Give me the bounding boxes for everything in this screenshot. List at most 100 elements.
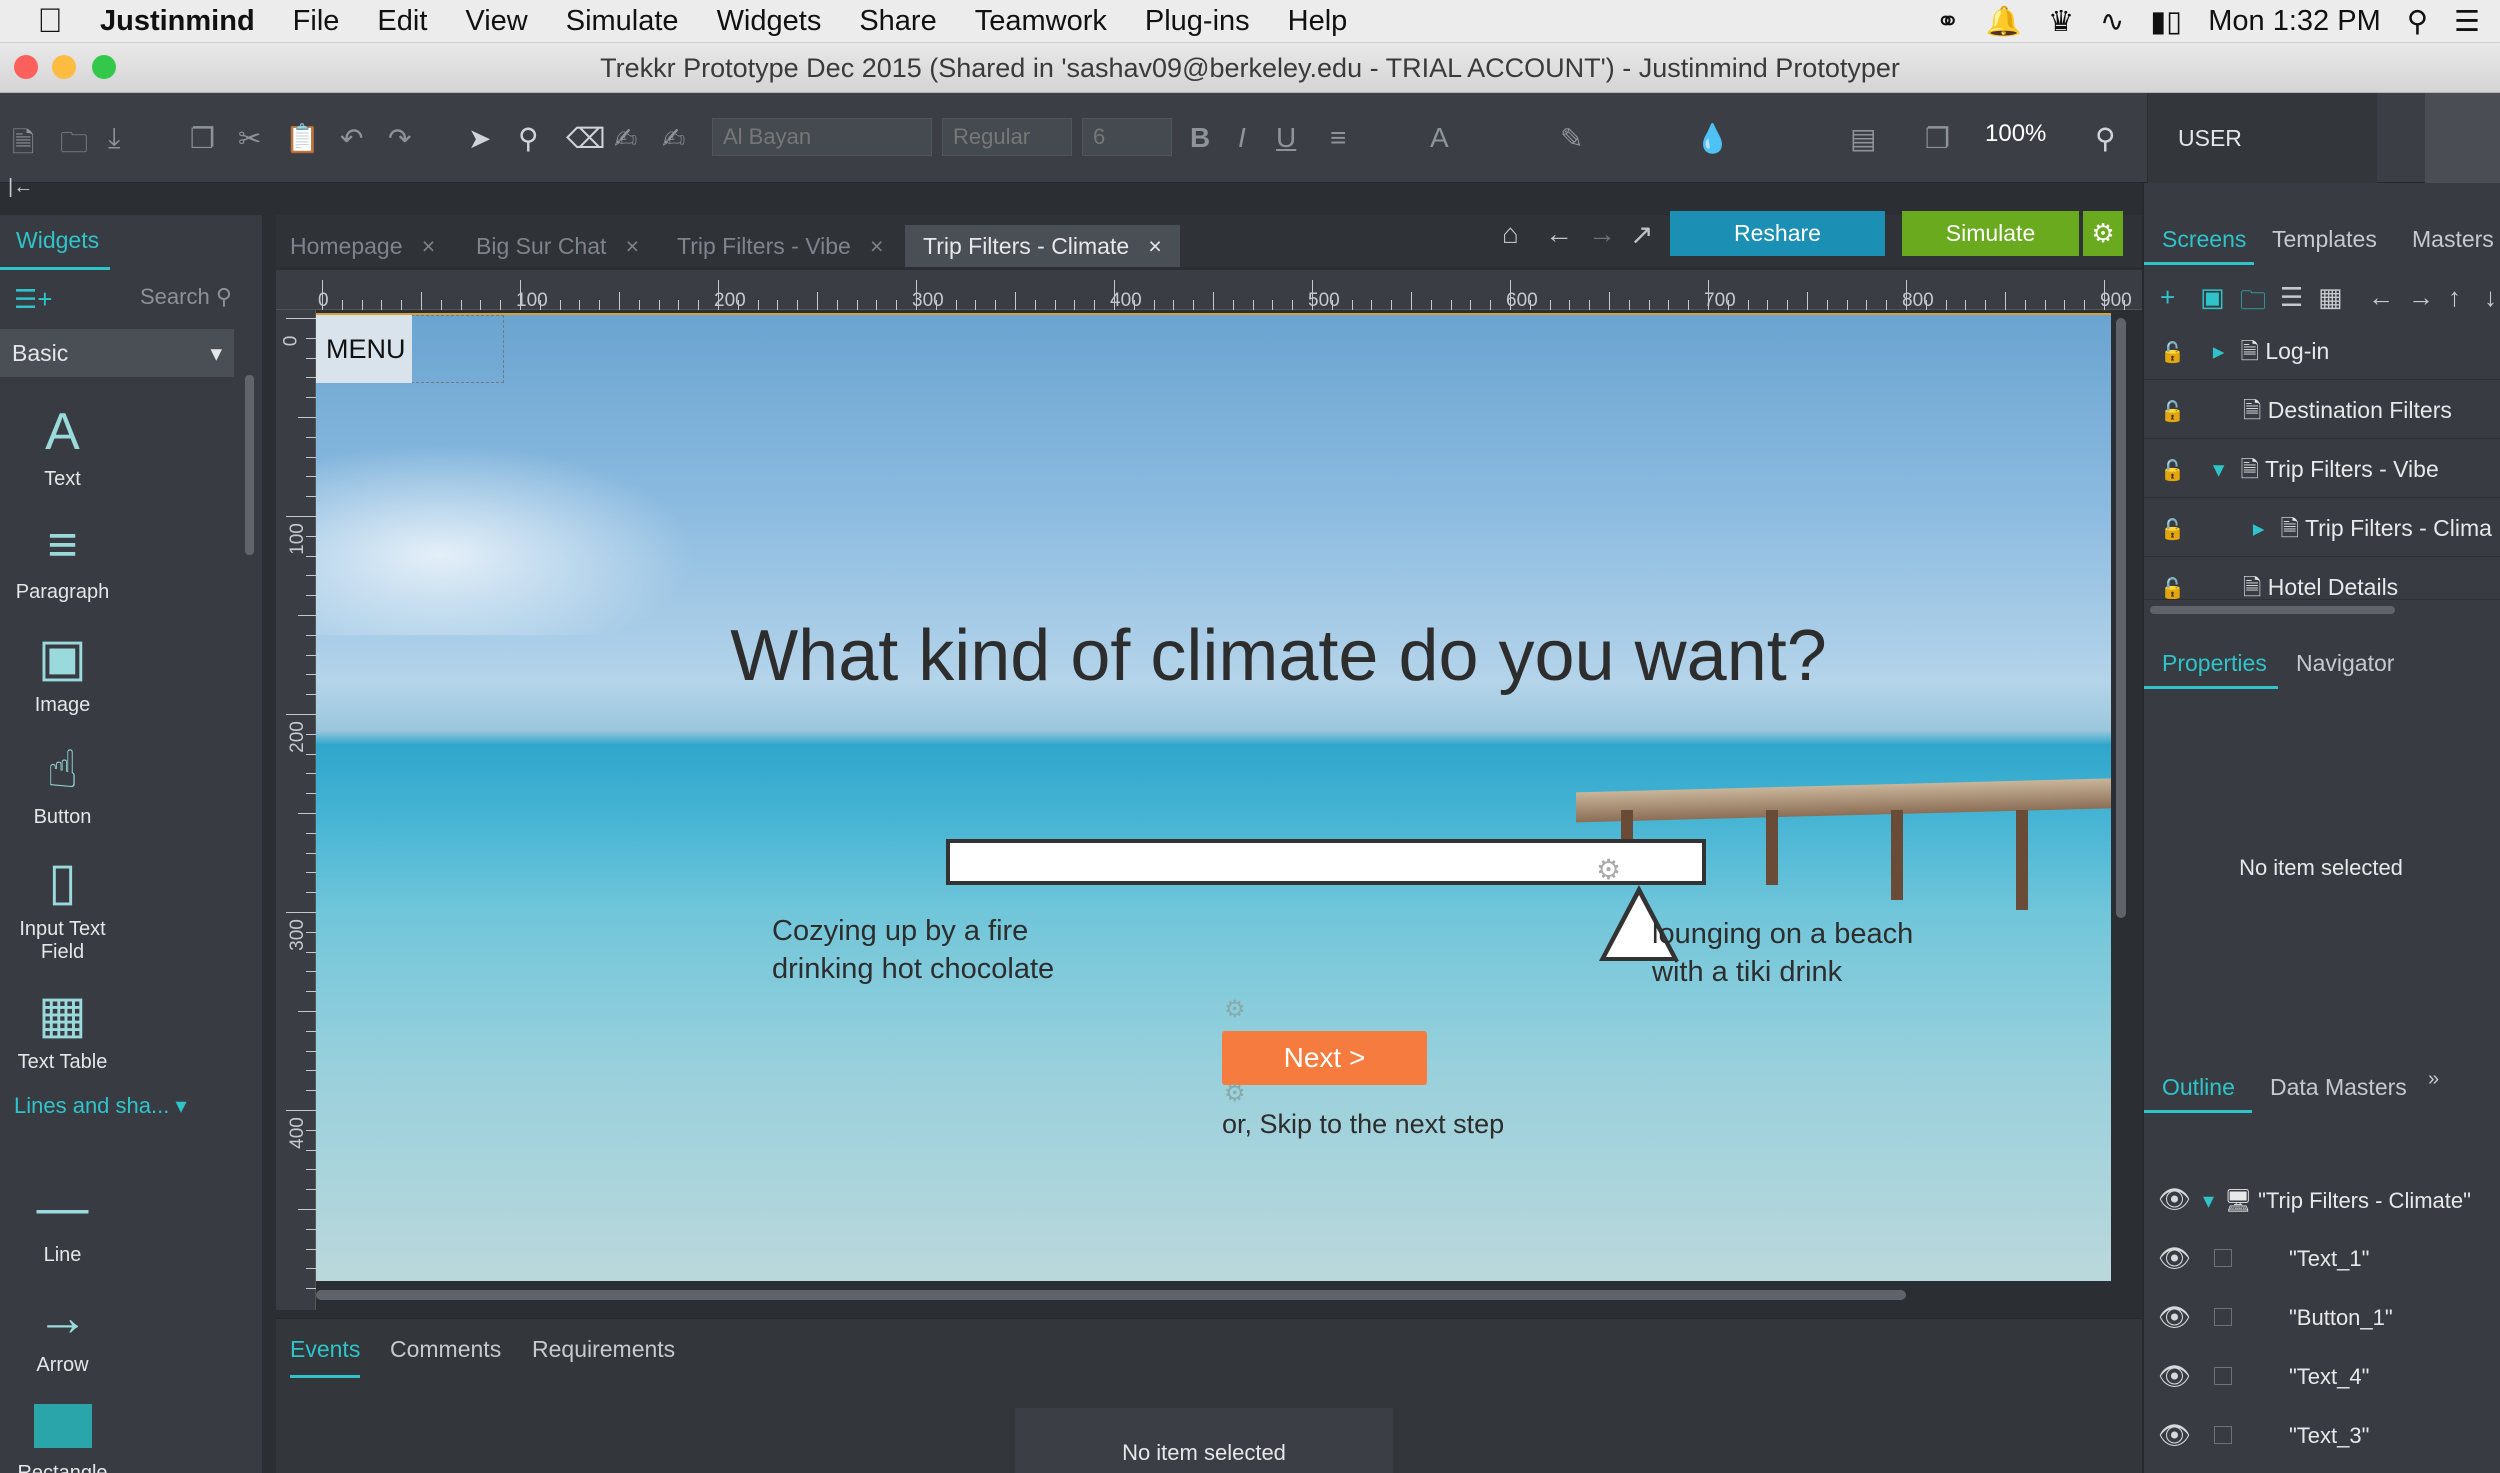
menu-view[interactable]: View <box>465 5 527 38</box>
next-button[interactable]: Next > <box>1222 1031 1427 1085</box>
bold-icon[interactable]: B <box>1190 122 1210 154</box>
expand-arrow-icon[interactable]: ▸ <box>2213 338 2225 364</box>
eye-icon[interactable]: 👁 <box>2158 1302 2191 1332</box>
widgets-scrollbar[interactable] <box>245 375 254 555</box>
screen-item-trip-filters-vibe[interactable]: 🔓 ▾ 🗎 Trip Filters - Vibe <box>2144 440 2500 498</box>
lock-checkbox[interactable] <box>2214 1426 2232 1444</box>
menu-edit[interactable]: Edit <box>377 5 427 38</box>
outline-item-screen[interactable]: 👁 ▾ 🖥 "Trip Filters - Climate" <box>2144 1170 2500 1229</box>
font-color-icon[interactable]: A <box>1430 122 1449 154</box>
outline-item-text1[interactable]: 👁 "Text_1" <box>2144 1229 2500 1288</box>
skip-link[interactable]: or, Skip to the next step <box>1222 1109 1504 1140</box>
canvas-horizontal-scrollbar[interactable] <box>316 1290 1906 1300</box>
widget-line[interactable]: — Line <box>0 1178 125 1267</box>
lock-checkbox[interactable] <box>2214 1367 2232 1385</box>
screens-scrollbar[interactable] <box>2150 606 2395 614</box>
evernote-icon[interactable]: ♛ <box>2048 4 2074 39</box>
close-icon[interactable]: × <box>1148 233 1161 259</box>
home-icon[interactable]: ⌂ <box>1502 218 1519 250</box>
list-view-icon[interactable]: ☰ <box>2280 282 2303 313</box>
line-color-icon[interactable]: ✎ <box>1560 122 1583 155</box>
tab-trip-filters-vibe[interactable]: Trip Filters - Vibe × <box>677 225 883 267</box>
eraser-icon[interactable]: ⌫ <box>566 122 606 155</box>
search-icon[interactable]: ⚲ <box>2095 122 2116 155</box>
collapse-arrow-icon[interactable]: ▾ <box>2203 1188 2214 1213</box>
add-image-screen-icon[interactable]: ▣ <box>2200 282 2225 313</box>
save-icon[interactable]: ⤓ <box>108 122 120 155</box>
minimize-window-button[interactable] <box>52 55 76 79</box>
collapse-arrow-icon[interactable]: ▾ <box>2213 456 2225 482</box>
copy-icon[interactable]: ❐ <box>190 122 215 155</box>
arrange-icon[interactable]: ❐ <box>1925 122 1950 155</box>
italic-icon[interactable]: I <box>1238 122 1246 154</box>
move-left-icon[interactable]: ← <box>2368 282 2394 313</box>
screen-item-trip-filters-climate[interactable]: 🔓 ▸ 🗎 Trip Filters - Clima <box>2144 499 2500 557</box>
tab-data-masters[interactable]: Data Masters <box>2270 1074 2407 1101</box>
menu-button[interactable]: MENU <box>316 315 412 383</box>
font-weight-dropdown[interactable]: Regular <box>942 118 1072 156</box>
collapse-panel-icon[interactable]: |← <box>8 176 33 199</box>
perspective-dropdown[interactable]: USER INTERFACE ▾ <box>2147 93 2377 241</box>
eye-icon[interactable]: 👁 <box>2158 1420 2191 1450</box>
notification-bell-icon[interactable]: 🔔 <box>1986 5 2022 39</box>
lock-checkbox[interactable] <box>2214 1308 2232 1326</box>
user-avatar[interactable] <box>2425 93 2500 183</box>
lock-checkbox[interactable] <box>2214 1249 2232 1267</box>
menu-simulate[interactable]: Simulate <box>566 5 679 38</box>
screen-item-hotel-details[interactable]: 🔓 🗎 Hotel Details <box>2144 558 2500 600</box>
move-right-icon[interactable]: → <box>2408 282 2434 313</box>
tab-navigator[interactable]: Navigator <box>2296 650 2394 677</box>
menu-plugins[interactable]: Plug-ins <box>1145 5 1250 38</box>
lock-icon[interactable]: 🔓 <box>2160 578 2185 599</box>
eye-icon[interactable]: 👁 <box>2158 1184 2191 1214</box>
close-icon[interactable]: × <box>626 233 639 259</box>
menu-share[interactable]: Share <box>859 5 936 38</box>
tab-trip-filters-climate[interactable]: Trip Filters - Climate × <box>905 225 1180 267</box>
lock-icon[interactable]: 🔓 <box>2160 401 2185 423</box>
notification-center-icon[interactable]: ☰ <box>2454 4 2480 39</box>
outline-item-text3[interactable]: 👁 "Text_3" <box>2144 1406 2500 1465</box>
zoom-level[interactable]: 100% <box>1985 120 2046 148</box>
menu-help[interactable]: Help <box>1288 5 1348 38</box>
widget-text[interactable]: A Text <box>0 402 125 491</box>
tab-homepage[interactable]: Homepage × <box>290 225 435 267</box>
redo-icon[interactable]: ↷ <box>388 122 411 155</box>
menu-file[interactable]: File <box>293 5 340 38</box>
paste-icon[interactable]: 📋 <box>285 122 320 155</box>
add-folder-icon[interactable]: 🗀 <box>2240 282 2266 326</box>
canvas-vertical-scrollbar[interactable] <box>2116 318 2126 918</box>
format-painter-icon[interactable]: ✍ <box>614 122 637 155</box>
tab-outline[interactable]: Outline <box>2162 1074 2235 1101</box>
open-folder-icon[interactable]: 🗀 <box>60 122 88 170</box>
menu-app-name[interactable]: Justinmind <box>100 5 255 38</box>
fill-color-icon[interactable]: 💧 <box>1695 122 1730 155</box>
creative-cloud-icon[interactable]: ⚭ <box>1936 4 1960 39</box>
design-canvas[interactable]: MENU What kind of climate do you want? ⚙… <box>316 313 2111 1281</box>
outline-item-text4[interactable]: 👁 "Text_4" <box>2144 1347 2500 1406</box>
lock-icon[interactable]: 🔓 <box>2160 460 2185 482</box>
tab-masters[interactable]: Masters <box>2412 226 2494 253</box>
battery-icon[interactable]: ▮▯ <box>2150 4 2182 39</box>
menu-widgets[interactable]: Widgets <box>717 5 822 38</box>
panel-expand-icon[interactable]: » <box>2428 1068 2439 1091</box>
tab-events[interactable]: Events <box>290 1336 361 1378</box>
screen-item-login[interactable]: 🔓 ▸ 🗎 Log-in <box>2144 322 2500 380</box>
back-arrow-icon[interactable]: ← <box>1545 218 1573 250</box>
lines-shapes-category[interactable]: Lines and sha... ▾ <box>14 1093 187 1119</box>
simulate-button[interactable]: Simulate <box>1902 211 2079 256</box>
underline-icon[interactable]: U <box>1276 122 1296 154</box>
tab-requirements[interactable]: Requirements <box>532 1336 675 1363</box>
tab-comments[interactable]: Comments <box>390 1336 501 1363</box>
climate-headline[interactable]: What kind of climate do you want? <box>316 615 2111 697</box>
warm-option-label[interactable]: lounging on a beach with a tiki drink <box>1652 915 1913 991</box>
tab-properties[interactable]: Properties <box>2162 650 2267 677</box>
simulate-settings-gear-icon[interactable]: ⚙ <box>2083 211 2123 256</box>
widget-search-input[interactable]: Search ⚲ <box>125 278 255 316</box>
format-painter-2-icon[interactable]: ✍ <box>662 122 685 155</box>
lock-icon[interactable]: 🔓 <box>2160 342 2185 364</box>
widget-rectangle[interactable]: Rectangle <box>0 1396 125 1473</box>
zoom-tool-icon[interactable]: ⚲ <box>518 122 539 155</box>
close-window-button[interactable] <box>14 55 38 79</box>
expand-arrow-icon[interactable]: ▸ <box>2253 515 2265 541</box>
menu-teamwork[interactable]: Teamwork <box>975 5 1107 38</box>
